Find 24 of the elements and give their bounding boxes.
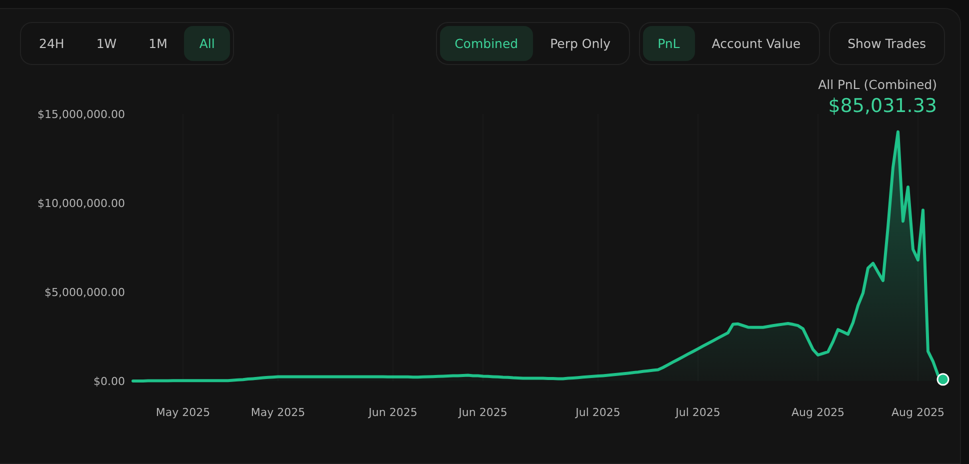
x-axis-label: Aug 2025 [792, 406, 844, 419]
summary-label: All PnL (Combined) [818, 77, 937, 93]
view-mode-tab[interactable]: Perp Only [535, 26, 626, 61]
x-axis-label: Aug 2025 [892, 406, 944, 419]
time-range-tab[interactable]: All [184, 26, 230, 61]
current-point-marker [936, 373, 950, 386]
metric-tab[interactable]: PnL [642, 26, 695, 61]
x-axis-label: May 2025 [250, 406, 306, 419]
x-axis-label: Jul 2025 [676, 406, 720, 419]
summary-value: $85,031.33 [828, 94, 937, 119]
time-range-tab[interactable]: 24H [24, 26, 80, 61]
view-mode-tab[interactable]: Combined [440, 26, 534, 61]
show-trades-button[interactable]: Show Trades [832, 26, 941, 61]
y-axis-label: $5,000,000.00 [44, 286, 125, 299]
x-axis-label: Jul 2025 [576, 406, 620, 419]
x-axis-label: May 2025 [156, 406, 210, 419]
time-range-tab[interactable]: 1W [81, 26, 132, 61]
y-axis-label: $15,000,000.00 [38, 108, 125, 121]
y-axis-label: $0.00 [94, 375, 125, 388]
metric-tab[interactable]: Account Value [696, 26, 816, 61]
time-range-tab[interactable]: 1M [134, 26, 182, 61]
x-axis-label: Jun 2025 [368, 406, 418, 419]
y-axis-label: $10,000,000.00 [38, 197, 125, 210]
x-axis-label: Jun 2025 [458, 406, 508, 419]
